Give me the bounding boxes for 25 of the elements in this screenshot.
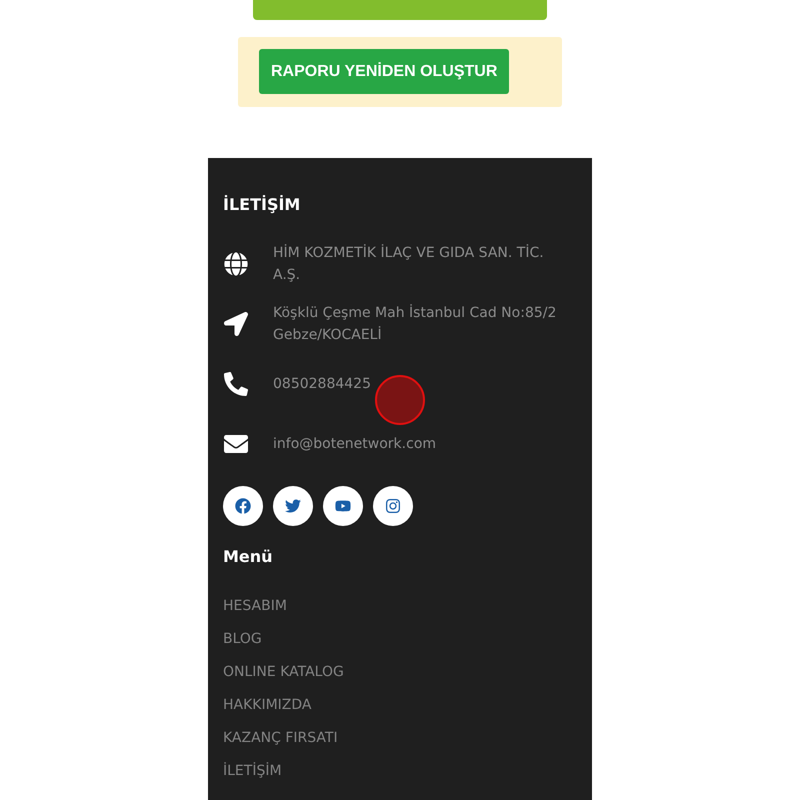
menu-link[interactable]: KAZANÇ FIRSATI (223, 728, 577, 748)
globe-icon (223, 252, 248, 276)
menu-link[interactable]: BLOG (223, 629, 577, 649)
menu-heading: Menü (223, 546, 274, 568)
envelope-icon (223, 432, 248, 456)
twitter-link[interactable] (273, 486, 313, 526)
regenerate-report-button[interactable]: RAPORU YENİDEN OLUŞTUR (259, 49, 510, 94)
menu-link[interactable]: HESABIM (223, 596, 577, 616)
facebook-link[interactable] (223, 486, 263, 526)
location-arrow-icon (223, 312, 248, 336)
youtube-icon (335, 498, 351, 514)
contact-text: HİM KOZMETİK İLAÇ VE GIDA SAN. TİC. A.Ş. (273, 243, 545, 285)
youtube-link[interactable] (323, 486, 363, 526)
menu-link[interactable]: İLETİŞİM (223, 761, 577, 781)
phone-icon (223, 372, 248, 396)
twitter-icon (285, 498, 301, 514)
menu-link[interactable]: ONLINE KATALOG (223, 662, 577, 682)
instagram-link[interactable] (373, 486, 413, 526)
contact-text: Köşklü Çeşme Mah İstanbul Cad No:85/2 Gebze/KOCAELİ (273, 303, 558, 345)
contact-text: info@botenetwork.com (273, 435, 438, 454)
contact-heading: İLETİŞİM (223, 194, 302, 216)
facebook-icon (235, 498, 251, 514)
menu-link[interactable]: HAKKIMIZDA (223, 695, 577, 715)
contact-text: 08502884425 (273, 375, 372, 394)
instagram-icon (385, 498, 401, 514)
